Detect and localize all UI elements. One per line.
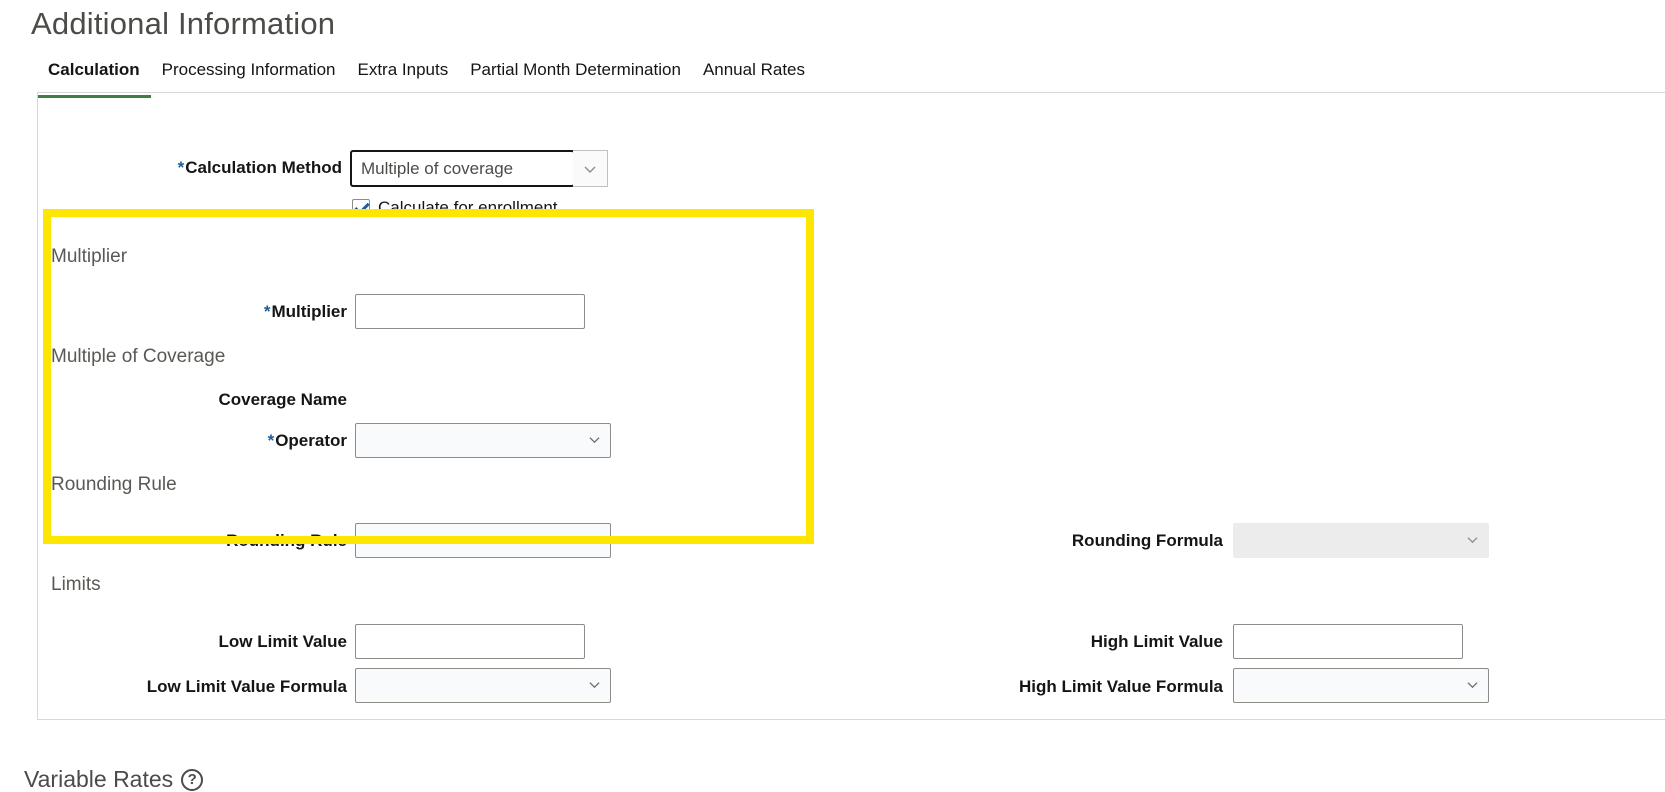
section-multiplier: Multiplier: [51, 246, 128, 267]
high-limit-value-formula-select[interactable]: [1233, 668, 1489, 703]
high-limit-value-label: High Limit Value: [1090, 632, 1223, 651]
tab-processing-information[interactable]: Processing Information: [151, 56, 347, 94]
chevron-down-icon: [589, 537, 600, 544]
page-title: Additional Information: [31, 6, 336, 41]
rounding-rule-label: Rounding Rule: [226, 531, 347, 550]
variable-rates-title: Variable Rates: [24, 766, 174, 792]
chevron-down-icon: [584, 166, 596, 173]
high-limit-value-input[interactable]: [1233, 624, 1463, 659]
calculation-method-select[interactable]: Multiple of coverage: [350, 150, 608, 187]
rounding-formula-label: Rounding Formula: [1071, 531, 1223, 550]
required-mark: *: [267, 431, 275, 450]
tab-partial-month-determination[interactable]: Partial Month Determination: [459, 56, 692, 94]
section-limits: Limits: [51, 574, 101, 595]
tab-bar: Calculation Processing Information Extra…: [37, 56, 816, 98]
low-limit-value-formula-select[interactable]: [355, 668, 611, 703]
chevron-down-icon: [1467, 537, 1478, 544]
tab-extra-inputs[interactable]: Extra Inputs: [347, 56, 460, 94]
tab-annual-rates[interactable]: Annual Rates: [692, 56, 816, 94]
operator-select[interactable]: [355, 423, 611, 458]
high-limit-value-formula-label: High Limit Value Formula: [1018, 677, 1223, 696]
chevron-down-icon: [589, 682, 600, 689]
calculation-method-label: *Calculation Method: [177, 158, 342, 177]
low-limit-value-input[interactable]: [355, 624, 585, 659]
multiplier-label: *Multiplier: [263, 302, 347, 321]
calculation-method-dropdown-button[interactable]: [573, 150, 608, 187]
required-mark: *: [263, 302, 271, 321]
low-limit-value-formula-label: Low Limit Value Formula: [146, 677, 347, 696]
chevron-down-icon: [589, 437, 600, 444]
required-mark: *: [177, 158, 185, 177]
help-icon[interactable]: ?: [181, 768, 204, 791]
variable-rates-heading: Variable Rates ?: [24, 766, 204, 792]
calculation-method-value[interactable]: Multiple of coverage: [350, 150, 575, 187]
tab-calculation[interactable]: Calculation: [37, 56, 151, 98]
low-limit-value-label: Low Limit Value: [218, 632, 347, 651]
operator-label: *Operator: [267, 431, 347, 450]
rounding-rule-select[interactable]: [355, 523, 611, 558]
rounding-formula-select[interactable]: [1233, 523, 1489, 558]
calculate-for-enrollment-row: Calculate for enrollment: [352, 197, 558, 219]
calculate-for-enrollment-checkbox[interactable]: [352, 199, 370, 217]
multiplier-input[interactable]: [355, 294, 585, 329]
coverage-name-label: Coverage Name: [218, 390, 347, 409]
chevron-down-icon: [1467, 682, 1478, 689]
section-rounding-rule: Rounding Rule: [51, 474, 177, 495]
section-multiple-of-coverage: Multiple of Coverage: [51, 346, 226, 367]
calculate-for-enrollment-label: Calculate for enrollment: [378, 198, 558, 217]
